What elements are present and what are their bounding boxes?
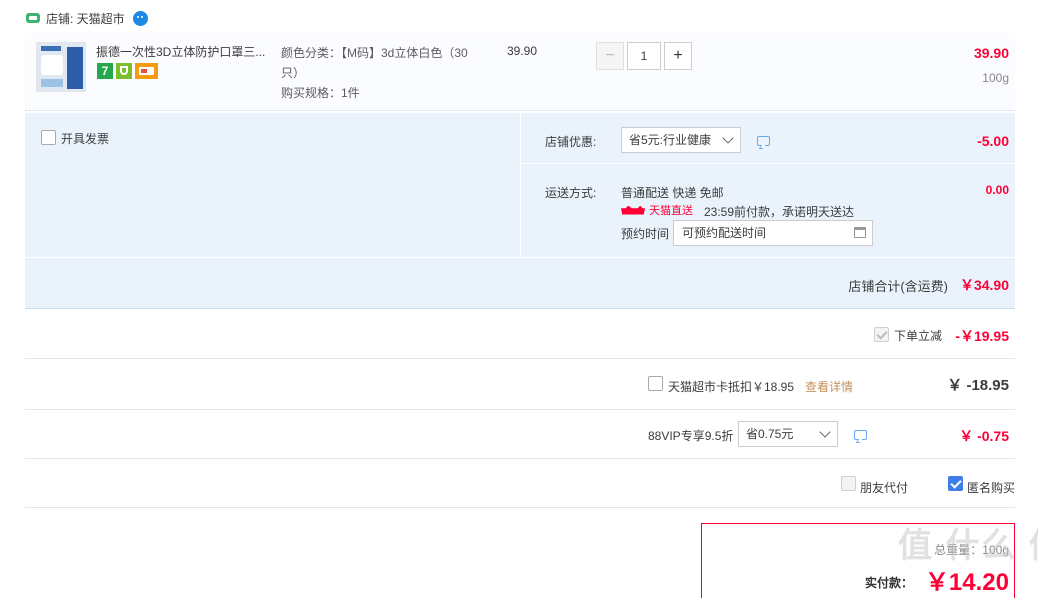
shop-total-label: 店铺合计(含运费) bbox=[848, 279, 948, 294]
divider bbox=[25, 358, 1015, 359]
shop-discount-selected: 省5元:行业健康 bbox=[629, 133, 712, 147]
chevron-down-icon bbox=[722, 132, 734, 144]
sku-label: 颜色分类： bbox=[281, 46, 342, 60]
instant-discount-label: 下单立减 bbox=[894, 329, 943, 343]
panel-divider-vertical bbox=[520, 113, 521, 257]
invoice-checkbox[interactable] bbox=[41, 130, 56, 145]
anonymous-purchase-checkbox[interactable] bbox=[948, 476, 963, 491]
tmall-direct-badge: 天猫直送 bbox=[621, 203, 693, 217]
panel-divider-total bbox=[25, 257, 1015, 258]
friend-pay-label: 朋友代付 bbox=[860, 481, 909, 495]
supermarket-card-checkbox[interactable] bbox=[648, 376, 663, 391]
watermark: 值 什么 值得买 bbox=[898, 527, 1038, 565]
card-payment-icon[interactable] bbox=[135, 63, 158, 79]
vip-label: 88VIP专享9.5折 bbox=[648, 429, 734, 443]
message-icon[interactable] bbox=[757, 136, 770, 146]
calendar-icon[interactable] bbox=[854, 227, 866, 238]
item-weight: 100g bbox=[982, 71, 1009, 85]
vip-amount: ￥ -0.75 bbox=[959, 428, 1009, 444]
shop-discount-label: 店铺优惠: bbox=[545, 135, 597, 149]
tmall-cat-icon bbox=[621, 205, 645, 215]
shop-header: 店铺: 天猫超市 bbox=[26, 9, 148, 27]
instant-discount-checkbox[interactable] bbox=[874, 327, 889, 342]
divider bbox=[25, 507, 1015, 508]
panel-divider-mid bbox=[521, 163, 1015, 164]
service-badges: 7 bbox=[97, 63, 158, 79]
instant-discount-amount: -￥19.95 bbox=[955, 328, 1009, 344]
anonymous-purchase-label: 匿名购买 bbox=[967, 481, 1016, 495]
supermarket-card-amount: ￥ -18.95 bbox=[947, 377, 1009, 394]
sku-info: 颜色分类：【M码】3d立体白色（30只） bbox=[281, 43, 471, 83]
shop-name[interactable]: 店铺: 天猫超市 bbox=[46, 10, 125, 27]
shop-total-amount: ￥34.90 bbox=[959, 277, 1009, 293]
divider bbox=[25, 409, 1015, 410]
invoice-label: 开具发票 bbox=[61, 132, 110, 146]
vip-discount-select[interactable]: 省0.75元 bbox=[738, 421, 838, 447]
seven-day-return-icon[interactable]: 7 bbox=[97, 63, 113, 79]
guarantee-icon[interactable] bbox=[116, 63, 132, 79]
supermarket-card-label: 天猫超市卡抵扣￥18.95 bbox=[668, 380, 795, 394]
schedule-label: 预约时间 bbox=[621, 227, 670, 241]
shop-icon bbox=[26, 13, 40, 23]
supermarket-card-details-link[interactable]: 查看详情 bbox=[805, 378, 853, 395]
divider bbox=[25, 458, 1015, 459]
shipping-method: 普通配送 快递 免邮 bbox=[621, 186, 724, 200]
item-total: 39.90 bbox=[973, 45, 1009, 61]
message-icon[interactable] bbox=[854, 430, 867, 440]
shipping-label: 运送方式: bbox=[545, 186, 597, 200]
product-thumbnail[interactable] bbox=[36, 42, 86, 92]
vip-discount-selected: 省0.75元 bbox=[746, 427, 794, 441]
quantity-input[interactable]: 1 bbox=[627, 42, 661, 70]
wangwang-chat-icon[interactable] bbox=[132, 10, 148, 26]
chevron-down-icon bbox=[819, 426, 831, 438]
product-title[interactable]: 振德一次性3D立体防护口罩三... bbox=[96, 43, 271, 60]
pay-amount: ￥14.20 bbox=[924, 569, 1009, 596]
shipping-amount: 0.00 bbox=[985, 183, 1009, 197]
shop-discount-amount: -5.00 bbox=[977, 133, 1009, 149]
sku-spec: 购买规格：1件 bbox=[281, 86, 360, 100]
schedule-value: 可预约配送时间 bbox=[682, 226, 767, 240]
shop-discount-select[interactable]: 省5元:行业健康 bbox=[621, 127, 741, 153]
unit-price: 39.90 bbox=[507, 44, 538, 58]
friend-pay-checkbox[interactable] bbox=[841, 476, 856, 491]
quantity-stepper: − 1 + bbox=[596, 42, 692, 70]
decrease-quantity-button[interactable]: − bbox=[596, 42, 624, 70]
delivery-promise: 23:59前付款，承诺明天送达 bbox=[704, 205, 855, 219]
schedule-input[interactable]: 可预约配送时间 bbox=[673, 220, 873, 246]
pay-label: 实付款： bbox=[865, 576, 914, 590]
tmall-direct-text: 天猫直送 bbox=[649, 205, 693, 217]
increase-quantity-button[interactable]: + bbox=[664, 42, 692, 70]
